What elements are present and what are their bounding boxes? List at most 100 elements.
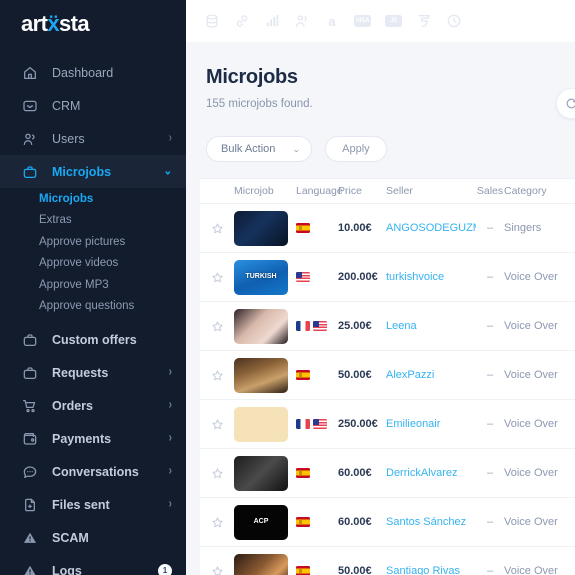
star-outline-icon[interactable] [211,516,224,529]
sidebar-item-scam[interactable]: SCAM [0,521,186,554]
table-header-sales: Sales [476,185,504,197]
chevron-down-icon: ⌄ [292,145,301,154]
sidebar-item-orders[interactable]: Orders › [0,389,186,422]
sidebar-item-crm[interactable]: CRM [0,89,186,122]
favorite-toggle[interactable] [200,320,234,333]
sidebar-item-conversations[interactable]: Conversations › [0,455,186,488]
seller-link[interactable]: turkishvoice [386,271,476,283]
favorite-toggle[interactable] [200,418,234,431]
language-cell [296,468,338,478]
brand-logo[interactable]: artẍsta [0,0,186,48]
seller-link[interactable]: Emilieonair [386,418,476,430]
sidebar-item-requests[interactable]: Requests › [0,356,186,389]
visa-icon[interactable]: VISA [354,15,371,27]
favorite-toggle[interactable] [200,565,234,575]
favorite-toggle[interactable] [200,369,234,382]
clock-icon[interactable] [446,13,462,29]
sidebar-subitem-microjobs[interactable]: Microjobs [0,188,186,210]
favorite-toggle[interactable] [200,222,234,235]
sidebar-subitem-approve-pictures[interactable]: Approve pictures [0,231,186,253]
sidebar-subitem-approve-questions[interactable]: Approve questions [0,296,186,318]
sidebar-subitem-approve-mp3[interactable]: Approve MP3 [0,274,186,296]
main-content: a VISA JS Microjobs 155 microjobs found. [186,0,575,575]
sidebar-item-microjobs[interactable]: Microjobs ⌄ [0,155,186,188]
bulk-action-label: Bulk Action [221,143,275,155]
wallet-icon [21,430,38,447]
microjob-thumbnail-cell[interactable] [234,358,296,393]
database-icon[interactable] [204,13,220,29]
users-icon[interactable] [294,13,310,29]
sidebar-subitem-label: Microjobs [39,193,93,205]
sidebar-subitem-label: Approve videos [39,257,118,269]
sidebar-item-label: CRM [52,99,172,113]
table-row[interactable]: 60.00€ DerrickAlvarez – Voice Over [200,449,575,498]
table-row[interactable]: 10.00€ ANGOSODEGUZMAN – Singers [200,204,575,253]
star-outline-icon[interactable] [211,418,224,431]
star-outline-icon[interactable] [211,369,224,382]
bar-chart-icon[interactable] [264,13,280,29]
brand-logo-text-post: sta [59,11,89,37]
file-icon [21,496,38,513]
microjob-thumbnail-cell[interactable]: TURKISH [234,260,296,295]
css3-icon[interactable] [416,13,432,29]
seller-link[interactable]: ANGOSODEGUZMAN [386,222,476,234]
amazon-icon[interactable]: a [324,13,340,29]
link-icon[interactable] [234,13,250,29]
table-row[interactable]: 50.00€ AlexPazzi – Voice Over [200,351,575,400]
chevron-right-icon: › [169,399,172,412]
star-outline-icon[interactable] [211,320,224,333]
microjob-thumbnail-cell[interactable] [234,456,296,491]
star-outline-icon[interactable] [211,467,224,480]
sales-cell: – [476,320,504,332]
sidebar-item-custom-offers[interactable]: Custom offers [0,323,186,356]
language-cell [296,223,338,233]
microjob-thumbnail-cell[interactable] [234,211,296,246]
alert-icon [21,562,38,575]
bulk-action-select[interactable]: Bulk Action ⌄ [206,136,312,162]
table-row[interactable]: 25.00€ Leena – Voice Over [200,302,575,351]
seller-link[interactable]: Santiago Rivas [386,565,476,575]
sidebar-subitem-approve-videos[interactable]: Approve videos [0,253,186,275]
microjob-thumbnail-cell[interactable] [234,554,296,575]
flag-fr-icon [296,321,310,331]
microjob-thumbnail-cell[interactable] [234,407,296,442]
star-outline-icon[interactable] [211,271,224,284]
table-row[interactable]: 50.00€ Santiago Rivas – Voice Over [200,547,575,575]
table-row[interactable]: TURKISH 200.00€ turkishvoice – Voice Ove… [200,253,575,302]
sidebar-subitem-extras[interactable]: Extras [0,210,186,232]
crm-inbox-icon [21,97,38,114]
sidebar-nav: Dashboard CRM Users [0,48,186,575]
apply-button[interactable]: Apply [325,136,387,162]
star-outline-icon[interactable] [211,222,224,235]
favorite-toggle[interactable] [200,271,234,284]
table-row[interactable]: 250.00€ Emilieonair – Voice Over [200,400,575,449]
sidebar-item-logs[interactable]: Logs 1 [0,554,186,575]
sales-cell: – [476,467,504,479]
microjob-thumbnail-cell[interactable] [234,309,296,344]
favorite-toggle[interactable] [200,516,234,529]
category-cell: Voice Over [504,320,575,332]
sales-cell: – [476,418,504,430]
sidebar-item-payments[interactable]: Payments › [0,422,186,455]
microjob-thumbnail-cell[interactable]: ACP [234,505,296,540]
thumbnail-label: ACP [254,518,269,526]
seller-link[interactable]: Santos Sánchez [386,516,476,528]
seller-link[interactable]: AlexPazzi [386,369,476,381]
microjob-thumbnail: TURKISH [234,260,288,295]
star-outline-icon[interactable] [211,565,224,575]
sidebar-item-dashboard[interactable]: Dashboard [0,56,186,89]
js-icon[interactable]: JS [385,15,402,27]
sidebar-item-files-sent[interactable]: Files sent › [0,488,186,521]
sidebar-item-users[interactable]: Users › [0,122,186,155]
seller-link[interactable]: Leena [386,320,476,332]
microjob-thumbnail [234,358,288,393]
sidebar-subitem-label: Approve MP3 [39,279,109,291]
seller-link[interactable]: DerrickAlvarez [386,467,476,479]
category-cell: Voice Over [504,467,575,479]
chevron-right-icon: › [169,366,172,379]
category-cell: Voice Over [504,516,575,528]
cart-icon [21,397,38,414]
table-row[interactable]: ACP 60.00€ Santos Sánchez – Voice Over [200,498,575,547]
category-cell: Voice Over [504,271,575,283]
favorite-toggle[interactable] [200,467,234,480]
